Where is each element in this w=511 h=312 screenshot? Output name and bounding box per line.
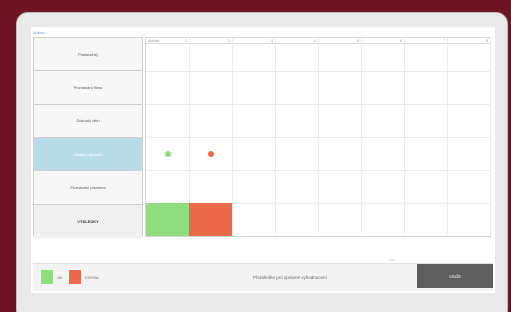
result-chyba-block <box>189 203 232 236</box>
grid-row-line <box>146 170 490 171</box>
grid-header-label: 7 <box>443 38 445 43</box>
legend-ok-swatch <box>41 270 53 284</box>
mark-ok-dot <box>164 150 171 157</box>
row-button-5[interactable]: Poznávání písmene <box>34 171 142 205</box>
save-button[interactable]: Uložit <box>417 264 493 288</box>
row-button-2[interactable]: Poznávání filmu <box>34 71 142 105</box>
grid-header-label: 3 <box>271 38 273 43</box>
footer-bar: 0/1/1 OK CHYBA Přetáhněte pro správné vy… <box>33 258 493 291</box>
row-button-3[interactable]: Dokonči větu <box>34 104 142 138</box>
grid-header-label: 2 <box>228 38 230 43</box>
grid-row-line <box>146 137 490 138</box>
grid-row-line <box>146 71 490 72</box>
grid-header-label: 4 <box>314 38 316 43</box>
grid-header-label: 6 <box>400 38 402 43</box>
results-button[interactable]: VÝSLEDKY <box>34 204 142 238</box>
legend-chyba-label: CHYBA <box>84 274 99 280</box>
mark-chyba-dot <box>207 150 214 157</box>
legend: OK CHYBA <box>41 270 105 284</box>
row-button-4[interactable]: Hledat odpověď <box>34 137 142 172</box>
legend-ok-label: OK <box>57 274 63 280</box>
legend-chyba-swatch <box>68 270 81 284</box>
grid-header-label: 1 <box>185 38 187 43</box>
results-grid: Aktivita 1 2 3 4 5 6 7 8 <box>145 37 491 237</box>
grid-column-line <box>490 38 491 236</box>
status-message: Přetáhněte pro správné vyhodnocení <box>253 275 327 280</box>
result-ok-block <box>146 203 189 236</box>
activity-list: Poslouchej Poznávání filmu Dokonči větu … <box>33 37 143 238</box>
grid-header-label: 8 <box>486 38 488 43</box>
grid-row-line <box>146 104 490 105</box>
footer-meta: 0/1/1 <box>389 258 396 262</box>
row-button-1[interactable]: Poslouchej <box>34 38 142 72</box>
app-screen: Matice Poslouchej Poznávání filmu Dokonč… <box>31 27 495 293</box>
device-frame: Matice Poslouchej Poznávání filmu Dokonč… <box>16 12 508 312</box>
top-label: Matice <box>33 30 45 35</box>
grid-header-label: 5 <box>357 38 359 43</box>
grid-header-label: Aktivita <box>148 38 160 43</box>
